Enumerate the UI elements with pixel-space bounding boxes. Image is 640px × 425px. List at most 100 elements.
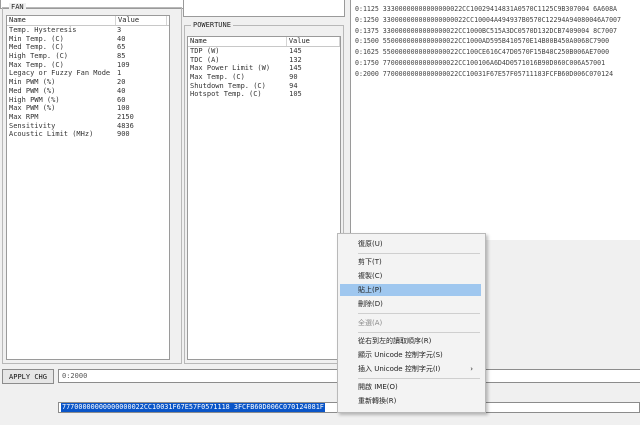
fan-row-value: 100	[117, 104, 130, 113]
fan-col-value[interactable]: Value	[116, 16, 167, 25]
fan-row[interactable]: High Temp. (C) 85	[7, 52, 169, 61]
powertune-table-header: Name Value	[188, 37, 340, 47]
address-field[interactable]: 0:2000	[58, 369, 338, 383]
fan-row-value: 20	[117, 78, 126, 87]
powertune-row[interactable]: Max Temp. (C) 90	[188, 73, 340, 82]
fan-row[interactable]: Min PWM (%) 20	[7, 78, 169, 87]
address-field-extension	[484, 369, 640, 383]
powertune-row-value: 145	[289, 64, 302, 73]
fan-row-name: Sensitivity	[9, 121, 56, 130]
fan-group-title: FAN	[9, 3, 26, 12]
fan-row-value: 40	[117, 86, 126, 95]
fan-row-name: Max Temp. (C)	[9, 60, 64, 69]
top-middle-panel	[183, 0, 345, 17]
fan-row-value: 65	[117, 43, 126, 52]
fan-row-name: Temp. Hysteresis	[9, 26, 77, 34]
powertune-col-value[interactable]: Value	[287, 37, 340, 46]
fan-row-value: 4836	[117, 121, 134, 130]
powertune-row[interactable]: Max Power Limit (W) 145	[188, 64, 340, 73]
fan-row[interactable]: Max RPM 2150	[7, 113, 169, 122]
hex-row[interactable]: 0:1750 7700000000000000022CC100106A6D4D0…	[355, 59, 605, 67]
menu-cut[interactable]: 剪下(T)	[340, 256, 481, 268]
menu-reconvert[interactable]: 重新轉換(R)	[340, 395, 481, 407]
powertune-row[interactable]: Hotspot Temp. (C) 105	[188, 90, 340, 99]
fan-group: FAN Name Value Temp. Hysteresis 3 Min Temp…	[2, 3, 182, 364]
powertune-group-title: POWERTUNE	[191, 21, 233, 30]
fan-row[interactable]: Sensitivity 4836	[7, 122, 169, 131]
fan-row-name: Max RPM	[9, 112, 39, 121]
context-menu: 復原(U) 剪下(T) 複製(C) 貼上(P) 刪除(D) 全選(A) 從右到左…	[337, 233, 486, 413]
fan-row-value: 85	[117, 52, 126, 61]
menu-open-ime[interactable]: 開啟 IME(O)	[340, 381, 481, 393]
fan-col-name[interactable]: Name	[7, 16, 116, 25]
fan-row-value: 40	[117, 34, 126, 43]
menu-show-unicode-control[interactable]: 顯示 Unicode 控制字元(S)	[340, 349, 481, 361]
fan-row[interactable]: Max PWM (%) 100	[7, 104, 169, 113]
powertune-col-name[interactable]: Name	[188, 37, 287, 46]
powertune-row-name: Max Power Limit (W)	[190, 64, 271, 73]
fan-row[interactable]: Min Temp. (C) 40	[7, 35, 169, 44]
fan-table-header: Name Value	[7, 16, 169, 26]
hex-row[interactable]: 0:1250 330000000000000000022CC10004A4949…	[355, 16, 621, 24]
fan-row[interactable]: Med PWM (%) 40	[7, 87, 169, 96]
fan-row-name: Med PWM (%)	[9, 86, 56, 95]
menu-rtl-reading-order[interactable]: 從右到左的讀取順序(R)	[340, 335, 481, 347]
powertune-row-name: Hotspot Temp. (C)	[190, 90, 262, 99]
apply-changes-button[interactable]: APPLY CHG	[2, 369, 54, 384]
hex-row[interactable]: 0:1375 3300000000000000022CC1000BC515A3D…	[355, 27, 617, 35]
fan-row-value: 109	[117, 60, 130, 69]
fan-row-name: High Temp. (C)	[9, 52, 69, 61]
hex-value-selection: 77700000000000000022CC10031F67E57F057111…	[61, 403, 325, 412]
powertune-row-value: 105	[289, 90, 302, 99]
fan-row-value: 900	[117, 130, 130, 139]
powertune-row-value: 145	[289, 47, 302, 55]
powertune-group: POWERTUNE Name Value TDP (W) 145 TDC (A) 13…	[184, 21, 344, 364]
powertune-row-name: Shutdown Temp. (C)	[190, 81, 266, 90]
menu-select-all[interactable]: 全選(A)	[340, 317, 481, 329]
powertune-rows: TDP (W) 145 TDC (A) 132 Max Power Limit (W) 1…	[188, 47, 340, 99]
fan-row-value: 1	[117, 69, 122, 78]
menu-insert-unicode-control[interactable]: 插入 Unicode 控制字元(I) ›	[340, 363, 481, 375]
fan-row[interactable]: Med Temp. (C) 65	[7, 43, 169, 52]
menu-paste[interactable]: 貼上(P)	[340, 284, 481, 296]
powertune-row-value: 132	[289, 55, 302, 64]
fan-table[interactable]: Name Value Temp. Hysteresis 3 Min Temp. (C…	[6, 15, 170, 360]
menu-separator	[358, 378, 480, 379]
fan-row-name: High PWM (%)	[9, 95, 60, 104]
fan-row-name: Legacy or Fuzzy Fan Mode	[9, 69, 111, 78]
fan-row-value: 3	[117, 26, 122, 34]
menu-delete[interactable]: 刪除(D)	[340, 298, 481, 310]
menu-separator	[358, 332, 480, 333]
fan-row-name: Med Temp. (C)	[9, 43, 64, 52]
hex-row[interactable]: 0:1500 5500000000000000022CC1000AD595B41…	[355, 37, 609, 45]
powertune-row[interactable]: Shutdown Temp. (C) 94	[188, 82, 340, 91]
fan-row-name: Min PWM (%)	[9, 78, 56, 87]
menu-insert-unicode-control-label: 插入 Unicode 控制字元(I)	[358, 365, 441, 373]
menu-separator	[358, 253, 480, 254]
fan-row[interactable]: Legacy or Fuzzy Fan Mode 1	[7, 69, 169, 78]
hex-row[interactable]: 0:2000 7700000000000000022CC10031F67E57F…	[355, 70, 613, 78]
powertune-row-name: TDP (W)	[190, 47, 220, 55]
fan-row-value: 2150	[117, 112, 134, 121]
powertune-row[interactable]: TDC (A) 132	[188, 56, 340, 65]
menu-copy[interactable]: 複製(C)	[340, 270, 481, 282]
submenu-arrow-icon: ›	[470, 365, 473, 373]
fan-row[interactable]: High PWM (%) 60	[7, 96, 169, 105]
fan-row[interactable]: Max Temp. (C) 109	[7, 61, 169, 70]
powertune-row-value: 94	[289, 81, 298, 90]
fan-rows: Temp. Hysteresis 3 Min Temp. (C) 40 Med Temp…	[7, 26, 169, 139]
hex-list[interactable]: 0:1125 33300000000000000022CC10029414831…	[350, 0, 640, 240]
powertune-row-name: Max Temp. (C)	[190, 73, 245, 82]
menu-undo[interactable]: 復原(U)	[340, 238, 481, 250]
powertune-row-value: 90	[289, 73, 298, 82]
powertune-row-name: TDC (A)	[190, 55, 220, 64]
hex-row[interactable]: 0:1125 33300000000000000022CC10029414831…	[355, 5, 617, 13]
fan-row-name: Min Temp. (C)	[9, 34, 64, 43]
fan-row[interactable]: Temp. Hysteresis 3	[7, 26, 169, 35]
hex-row[interactable]: 0:1625 5500000000000000022CC100CE616C47D…	[355, 48, 609, 56]
powertune-table[interactable]: Name Value TDP (W) 145 TDC (A) 132 Max Power…	[187, 36, 341, 360]
fan-row-value: 60	[117, 95, 126, 104]
fan-row-name: Max PWM (%)	[9, 104, 56, 113]
powertune-row[interactable]: TDP (W) 145	[188, 47, 340, 56]
fan-row[interactable]: Acoustic Limit (MHz) 900	[7, 130, 169, 139]
